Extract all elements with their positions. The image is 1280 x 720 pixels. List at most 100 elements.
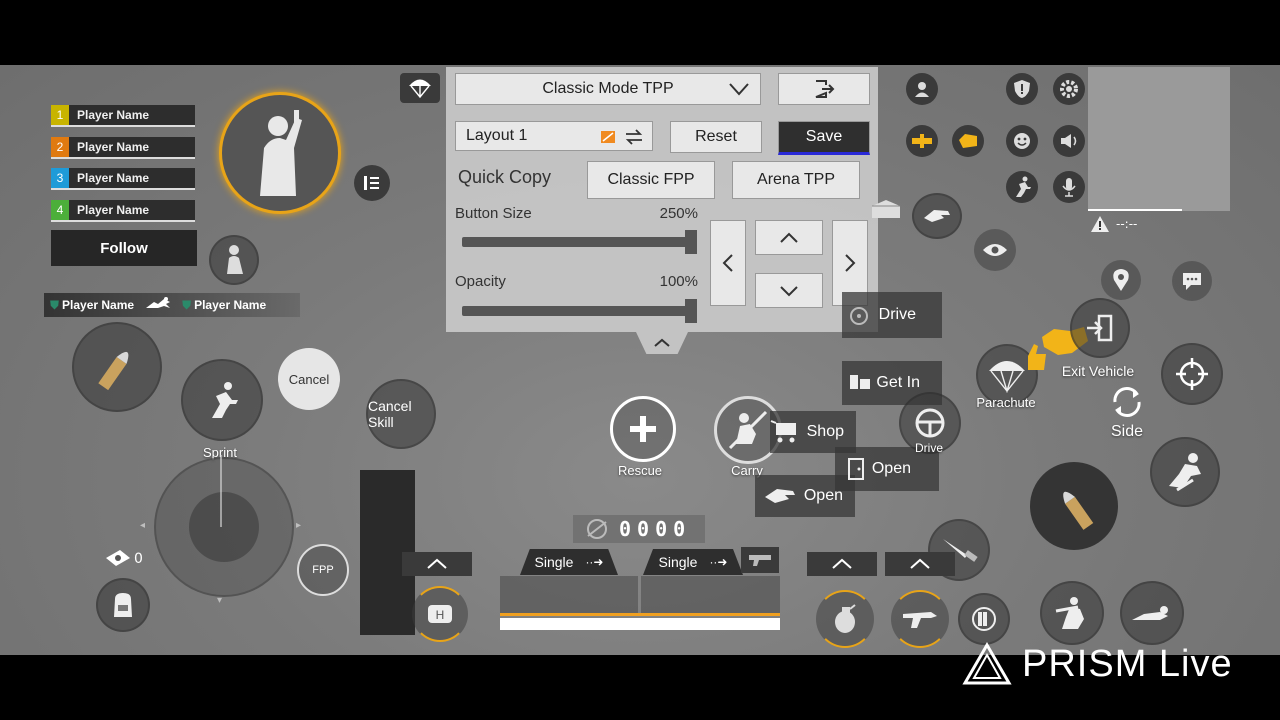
fire-mode-arrow-icon: ··➜ [585, 555, 604, 569]
loot-box-button[interactable] [866, 196, 906, 224]
medkit-icon: H [428, 605, 452, 623]
health-bar [51, 125, 195, 127]
grenade-icon [835, 604, 856, 633]
nudge-left-button[interactable] [710, 220, 746, 306]
consumable-up-button[interactable] [885, 552, 955, 576]
chevron-right-icon [845, 254, 856, 272]
button-size-slider[interactable] [462, 237, 694, 247]
layout-name-field[interactable]: Layout 1 [455, 121, 653, 151]
fire-mode-toggle-1[interactable]: Single ··➜ [520, 549, 618, 575]
team-member-name: Player Name [77, 140, 150, 154]
drive-box-button[interactable]: Drive [842, 292, 942, 338]
backpack-button[interactable] [96, 578, 150, 632]
movement-joystick[interactable] [154, 457, 294, 597]
weapon-strip [500, 618, 780, 630]
rescue-button[interactable] [610, 396, 676, 462]
fire-button-left[interactable] [72, 322, 162, 412]
vehicle-boost-button[interactable] [906, 125, 938, 157]
crouch-icon [1055, 597, 1084, 629]
sprint-icon [212, 382, 238, 418]
exit-vehicle-button[interactable] [1070, 298, 1130, 358]
quick-copy-label: Quick Copy [458, 167, 552, 187]
grenade-button[interactable] [816, 590, 874, 648]
kill-feed: ⛊ Player Name ⛊ Player Name [44, 293, 300, 317]
weapon-swap-button[interactable] [891, 590, 949, 648]
shield-button[interactable] [1006, 73, 1038, 105]
minimap[interactable] [1088, 67, 1230, 211]
crouch-button[interactable] [1040, 581, 1104, 645]
sprint-button[interactable] [181, 359, 263, 441]
settings-button[interactable] [1053, 73, 1085, 105]
throwable-count: 0 [134, 551, 143, 567]
opacity-slider[interactable] [462, 306, 694, 316]
microphone-button[interactable] [1053, 171, 1085, 203]
prone-icon [1132, 606, 1168, 620]
follow-button[interactable]: Follow [51, 230, 197, 266]
nudge-down-button[interactable] [755, 273, 823, 308]
copy-classic-fpp-button[interactable]: Classic FPP [587, 161, 715, 199]
nudge-up-button[interactable] [755, 220, 823, 255]
throwable-up-button[interactable] [807, 552, 877, 576]
parachute-toggle[interactable] [400, 73, 440, 103]
pistol-slot[interactable] [741, 547, 779, 573]
chevron-down-icon [780, 285, 798, 296]
chat-button[interactable] [1172, 261, 1212, 301]
jump-button[interactable] [1150, 437, 1220, 507]
collapse-panel-button[interactable] [636, 332, 688, 354]
save-button[interactable]: Save [778, 121, 870, 155]
weapon-slot-1[interactable] [500, 576, 638, 616]
gesture-button[interactable] [952, 125, 984, 157]
prone-button[interactable] [1120, 581, 1184, 645]
profile-button[interactable] [906, 73, 938, 105]
plus-icon [630, 416, 656, 442]
health-bar [51, 188, 195, 190]
scope-aim-button[interactable] [1161, 343, 1223, 405]
opacity-slider-thumb[interactable] [685, 299, 697, 323]
button-size-slider-thumb[interactable] [685, 230, 697, 254]
knockdown-icon [144, 296, 172, 314]
team-member-name: Player Name [77, 203, 150, 217]
cancel-button[interactable]: Cancel [278, 348, 340, 410]
emote-button[interactable] [1006, 125, 1038, 157]
peek-button[interactable] [209, 235, 259, 285]
fire-button-right[interactable] [1030, 462, 1118, 550]
free-look-button[interactable] [974, 229, 1016, 271]
peek-icon [227, 245, 243, 274]
chevron-up-icon [654, 338, 670, 347]
reset-button[interactable]: Reset [670, 121, 762, 153]
button-size-value: 250% [659, 205, 698, 222]
speaker-button[interactable] [1053, 125, 1085, 157]
person-icon [915, 82, 929, 97]
watermark-text: PRISM Live [1022, 642, 1233, 685]
cancel-skill-button[interactable]: Cancel Skill [366, 379, 436, 449]
player-avatar[interactable] [219, 92, 341, 214]
fpp-toggle-button[interactable]: FPP [297, 544, 349, 596]
mode-select-dropdown[interactable]: Classic Mode TPP [455, 73, 761, 105]
steering-wheel-icon [915, 408, 945, 438]
quick-run-button[interactable] [1006, 171, 1038, 203]
shield-alert-icon [1014, 80, 1030, 98]
drive-label: Drive [914, 441, 943, 455]
weapon-slot-2[interactable] [641, 576, 780, 616]
switch-side-button[interactable] [1106, 381, 1148, 423]
heal-button[interactable]: H [412, 586, 468, 642]
no-ammo-icon [587, 519, 607, 539]
map-marker-button[interactable] [1101, 260, 1141, 300]
copy-arena-tpp-button[interactable]: Arena TPP [732, 161, 860, 199]
ammo-reload-icon [972, 607, 996, 631]
chevron-up-icon [832, 558, 852, 569]
joystick-thumb[interactable] [189, 492, 259, 562]
reload-button[interactable] [958, 593, 1010, 645]
swap-icon [625, 129, 643, 145]
pickup-button[interactable] [912, 193, 962, 239]
hand-icon [765, 489, 795, 503]
running-icon [1016, 176, 1031, 197]
victim-name: Player Name [194, 298, 267, 312]
ammo-counter: 0000 [573, 515, 705, 543]
exit-layout-button[interactable] [778, 73, 870, 105]
side-label: Side [1110, 423, 1144, 440]
svg-text:H: H [436, 608, 445, 622]
fire-mode-toggle-2[interactable]: Single ··➜ [643, 549, 743, 575]
menu-toggle-button[interactable] [354, 165, 390, 201]
scope-up-button[interactable] [402, 552, 472, 576]
